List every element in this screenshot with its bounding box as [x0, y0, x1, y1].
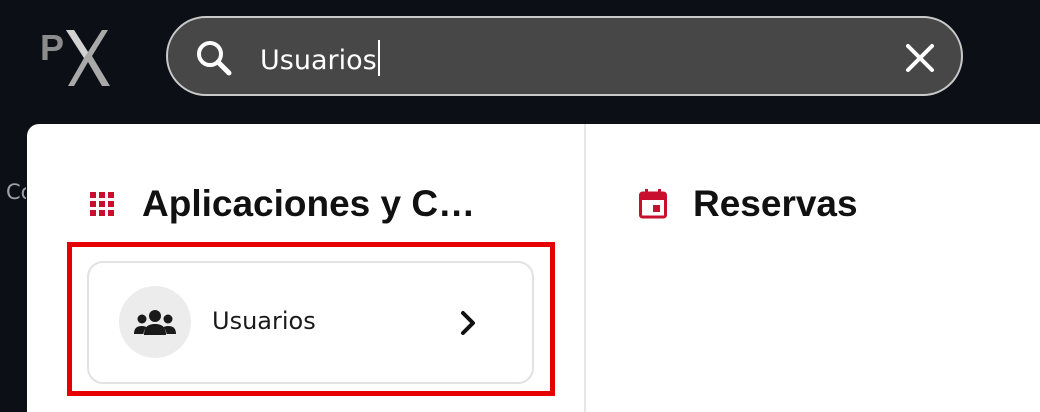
column-divider	[584, 124, 586, 412]
search-bar[interactable]: Usuarios	[166, 16, 963, 96]
section-title: Reservas	[693, 183, 858, 224]
group-icon	[134, 309, 176, 335]
px-logo[interactable]: P	[36, 22, 116, 92]
top-bar: P Usuarios	[0, 0, 1040, 124]
search-input[interactable]: Usuarios	[260, 40, 380, 76]
search-results-panel: Aplicaciones y Configuración Usuarios	[27, 124, 1040, 412]
search-icon	[194, 38, 234, 78]
calendar-icon	[639, 189, 667, 219]
page-hint-text: Co	[6, 180, 26, 204]
close-icon[interactable]	[904, 42, 936, 74]
result-item-label: Usuarios	[212, 307, 316, 335]
result-item-usuarios[interactable]: Usuarios	[87, 261, 534, 384]
search-input-text: Usuarios	[260, 45, 377, 76]
text-caret	[377, 40, 380, 76]
apps-grid-icon	[90, 192, 114, 216]
section-title: Aplicaciones y Configuración	[142, 183, 487, 224]
chevron-right-icon	[459, 310, 477, 336]
section-header-apps: Aplicaciones y Configuración	[90, 178, 487, 230]
svg-text:P: P	[40, 27, 64, 68]
avatar	[119, 286, 191, 358]
section-header-reservas: Reservas	[639, 178, 858, 230]
